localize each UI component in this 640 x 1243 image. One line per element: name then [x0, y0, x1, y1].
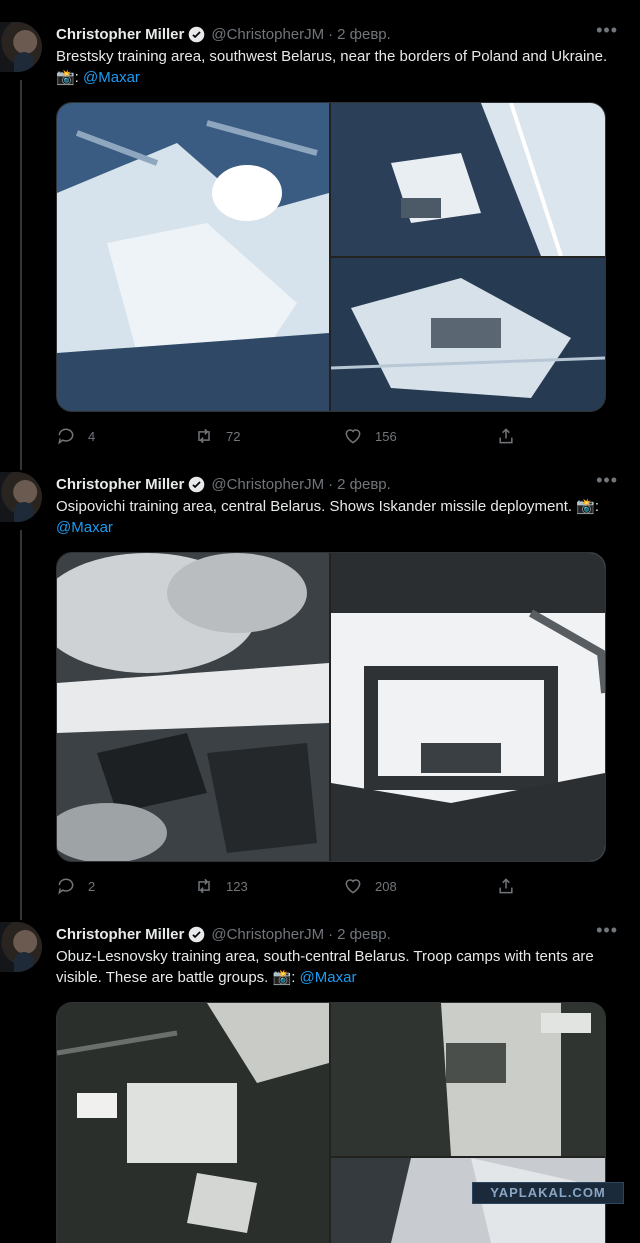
verified-badge-icon: [189, 26, 205, 42]
tweet-actions: 4 72 156: [56, 426, 526, 446]
author-name[interactable]: Christopher Miller: [56, 476, 184, 493]
separator-dot: ·: [328, 925, 334, 943]
tweet-body: Osipovichi training area, central Belaru…: [56, 498, 600, 515]
share-button[interactable]: [496, 876, 528, 896]
share-button[interactable]: [496, 426, 528, 446]
reply-icon: [58, 878, 74, 895]
more-options-button[interactable]: •••: [596, 470, 618, 491]
share-icon: [499, 428, 513, 444]
mention-link[interactable]: @Maxar: [83, 69, 140, 86]
tweet-text: Obuz-Lesnovsky training area, south-cent…: [56, 946, 616, 988]
more-options-button[interactable]: •••: [596, 920, 618, 941]
tweet-header: Christopher Miller @ChristopherJM · 2 фе…: [56, 924, 640, 944]
verified-badge-icon: [189, 476, 205, 492]
tweet-actions: 2 123 208: [56, 876, 526, 896]
separator-dot: ·: [328, 475, 334, 493]
reply-button[interactable]: 4: [56, 426, 95, 446]
retweet-count: 123: [226, 878, 248, 894]
retweet-icon: [198, 428, 210, 444]
media-image[interactable]: [331, 553, 605, 861]
heart-icon: [345, 429, 361, 444]
media-image[interactable]: [57, 553, 329, 861]
tweet[interactable]: Christopher Miller @ChristopherJM · 2 фе…: [0, 900, 640, 1243]
watermark-logo: YAPLAKAL.COM: [472, 1182, 624, 1204]
mention-link[interactable]: @Maxar: [300, 969, 357, 986]
retweet-button[interactable]: 123: [194, 876, 248, 896]
media-image[interactable]: [331, 103, 605, 256]
retweet-count: 72: [226, 428, 241, 444]
author-name[interactable]: Christopher Miller: [56, 26, 184, 43]
heart-icon: [345, 879, 361, 894]
tweet[interactable]: Christopher Miller @ChristopherJM · 2 фе…: [0, 450, 640, 910]
like-button[interactable]: 156: [343, 426, 397, 446]
reply-button[interactable]: 2: [56, 876, 95, 896]
avatar[interactable]: [0, 22, 42, 72]
reply-count: 4: [88, 428, 96, 444]
author-handle[interactable]: @ChristopherJM: [211, 926, 324, 943]
tweet-header: Christopher Miller @ChristopherJM · 2 фе…: [56, 24, 640, 44]
media-image[interactable]: [331, 258, 605, 411]
media-image[interactable]: [331, 1003, 605, 1156]
media-image[interactable]: [57, 1003, 329, 1243]
separator-dot: ·: [328, 25, 334, 43]
media-image[interactable]: [57, 103, 329, 411]
author-handle[interactable]: @ChristopherJM: [211, 476, 324, 493]
like-count: 208: [375, 878, 397, 894]
tweet-media[interactable]: [56, 102, 606, 412]
more-options-button[interactable]: •••: [596, 20, 618, 41]
author-name[interactable]: Christopher Miller: [56, 926, 184, 943]
tweet-header: Christopher Miller @ChristopherJM · 2 фе…: [56, 474, 640, 494]
mention-link[interactable]: @Maxar: [56, 519, 113, 536]
tweet-date[interactable]: 2 февр.: [337, 26, 391, 43]
tweet[interactable]: Christopher Miller @ChristopherJM · 2 фе…: [0, 0, 640, 460]
avatar[interactable]: [0, 472, 42, 522]
tweet-date[interactable]: 2 февр.: [337, 476, 391, 493]
tweet-text: Osipovichi training area, central Belaru…: [56, 496, 616, 538]
avatar[interactable]: [0, 922, 42, 972]
verified-badge-icon: [189, 926, 205, 942]
share-icon: [499, 878, 513, 894]
tweet-media[interactable]: [56, 1002, 606, 1243]
author-handle[interactable]: @ChristopherJM: [211, 26, 324, 43]
tweet-date[interactable]: 2 февр.: [337, 926, 391, 943]
like-count: 156: [375, 428, 397, 444]
reply-count: 2: [88, 878, 96, 894]
retweet-icon: [198, 878, 210, 894]
reply-icon: [58, 428, 74, 445]
like-button[interactable]: 208: [343, 876, 397, 896]
tweet-text: Brestsky training area, southwest Belaru…: [56, 46, 616, 88]
retweet-button[interactable]: 72: [194, 426, 240, 446]
tweet-media[interactable]: [56, 552, 606, 862]
